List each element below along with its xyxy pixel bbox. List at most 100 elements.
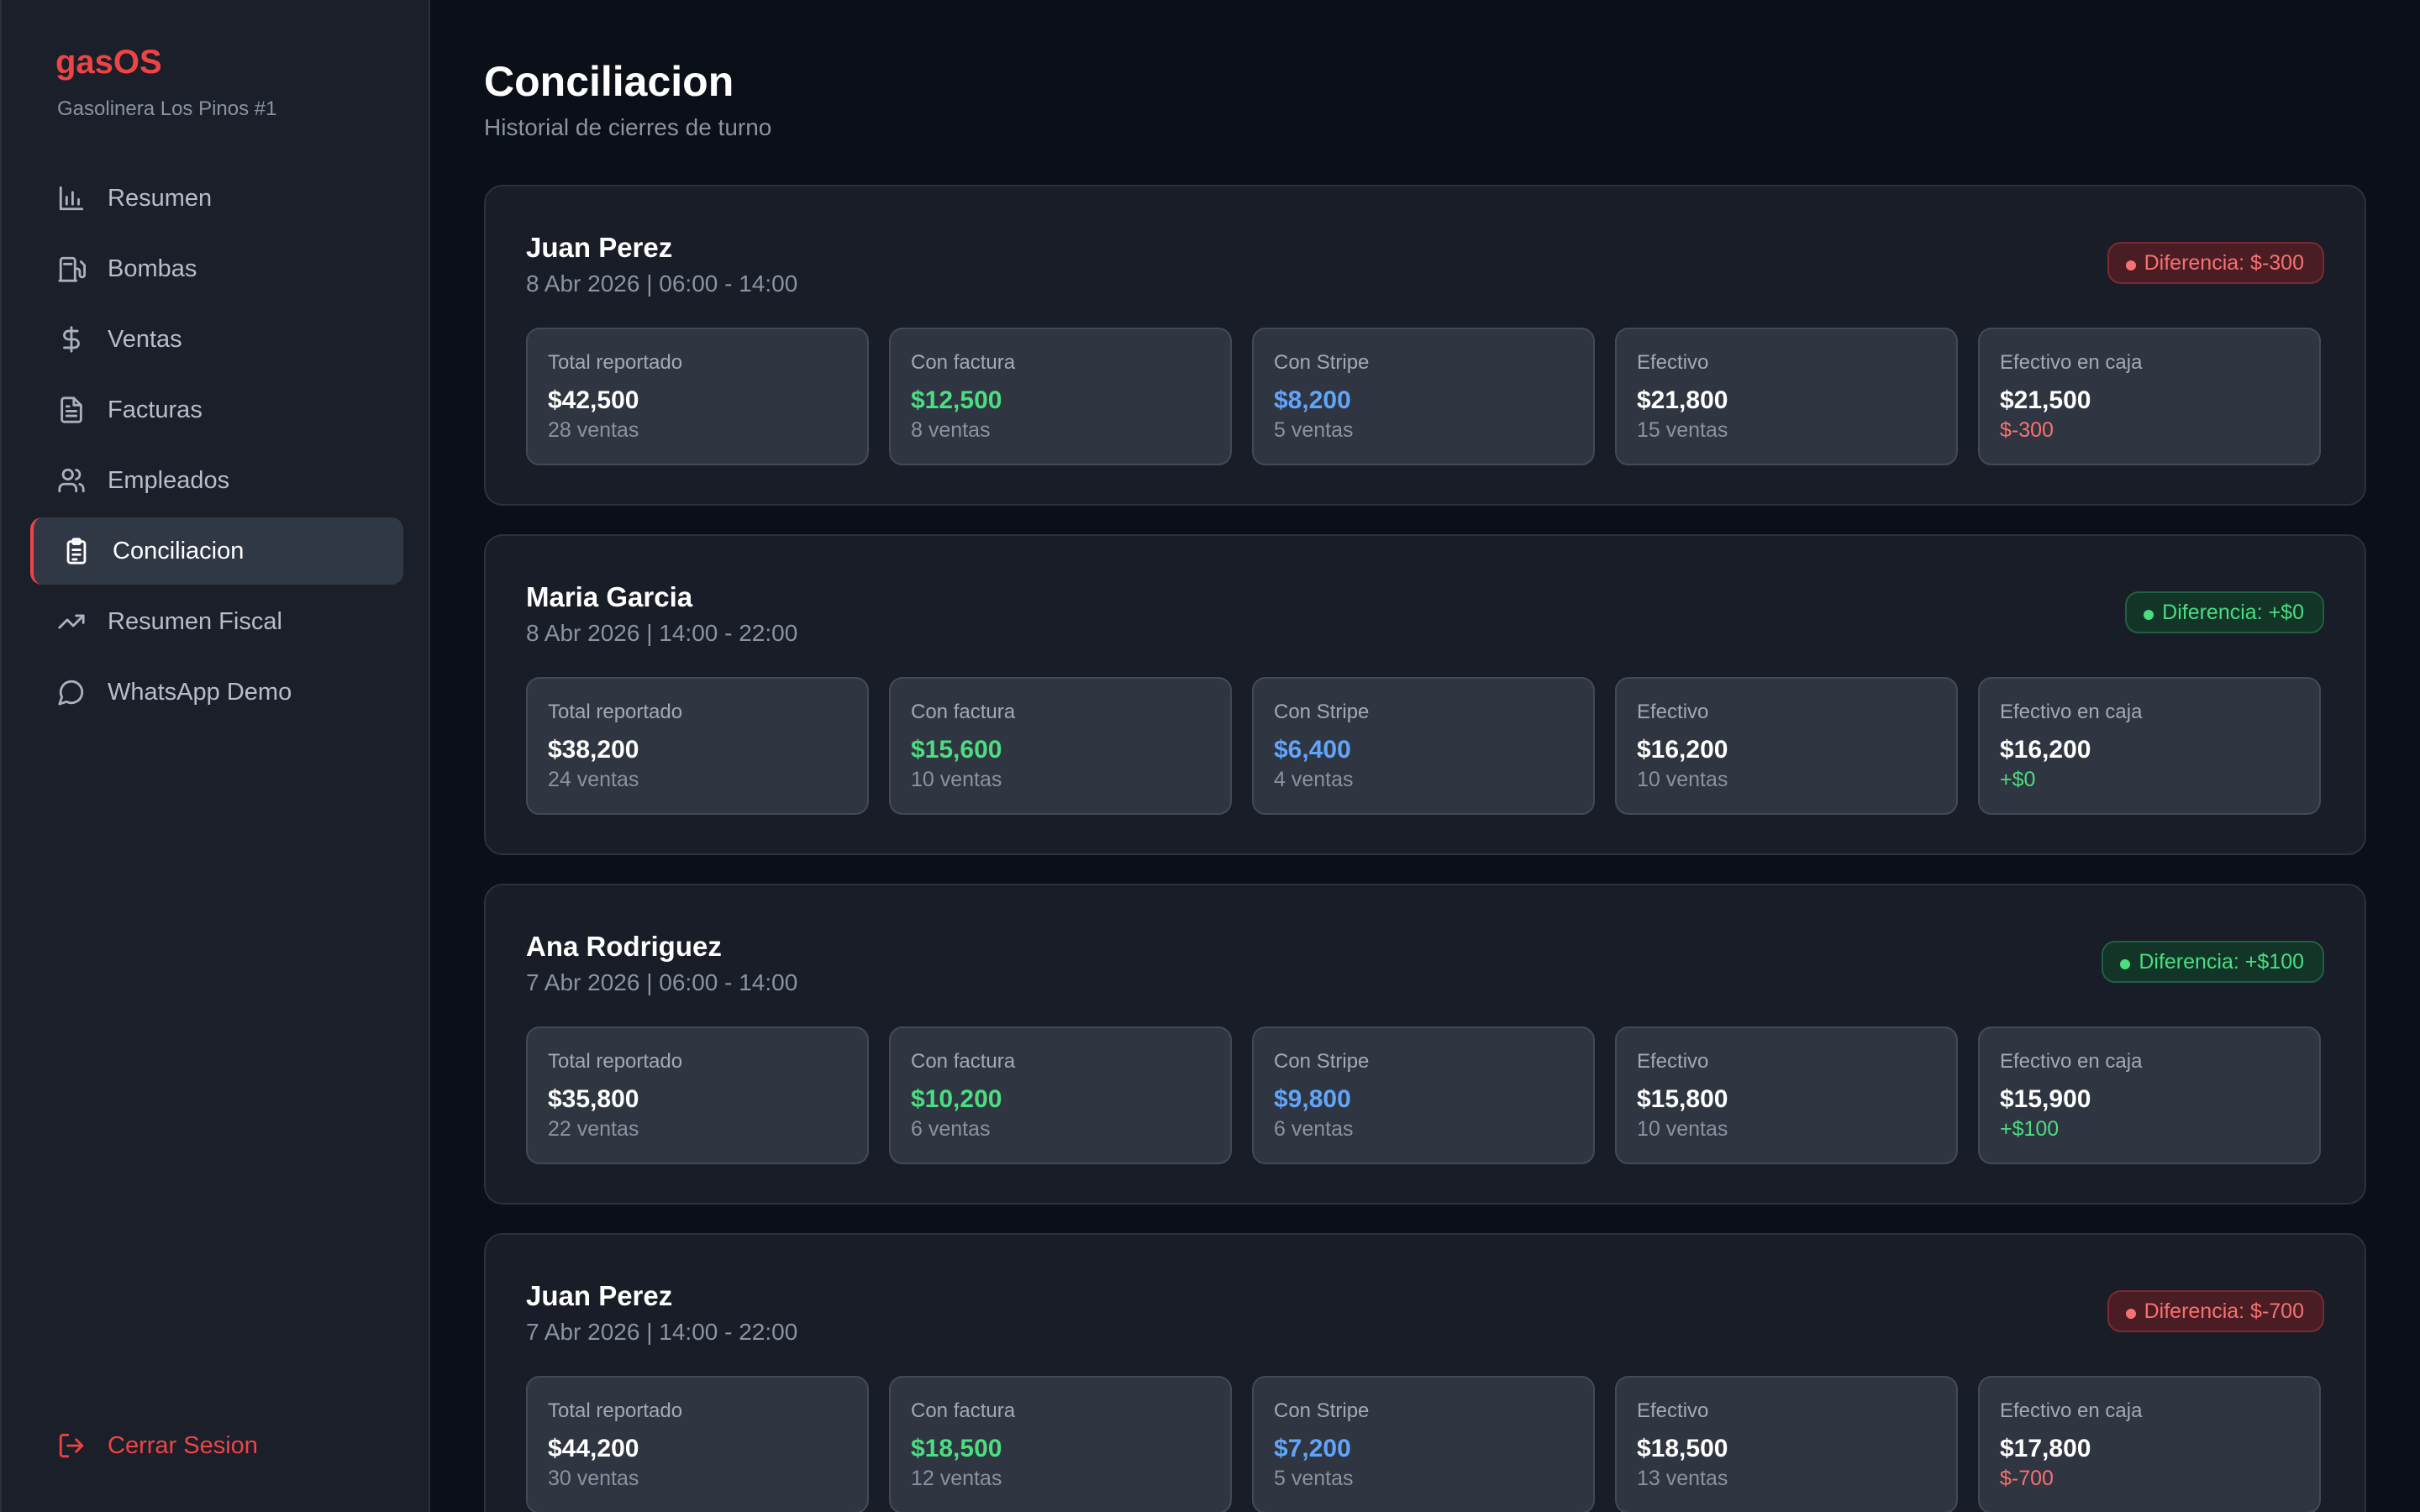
fuel-pump-icon — [57, 255, 86, 283]
trending-up-icon — [57, 607, 86, 636]
stat-value: $8,200 — [1274, 386, 1351, 414]
stat-sub: 24 ventas — [548, 768, 639, 791]
stat-efectivo: Efectivo $18,500 13 ventas — [1615, 1376, 1958, 1512]
shift-card: Ana Rodriguez 7 Abr 2026 | 06:00 - 14:00… — [484, 884, 2366, 1205]
difference-badge: Diferencia: +$100 — [2102, 941, 2324, 983]
stat-total: Total reportado $42,500 28 ventas — [526, 328, 869, 465]
dollar-icon — [57, 325, 86, 354]
brand-logo[interactable]: gasOS — [55, 44, 162, 81]
stats-row: Total reportado $38,200 24 ventas Con fa… — [526, 677, 2321, 815]
stat-sub: 4 ventas — [1274, 768, 1354, 791]
stat-sub: 5 ventas — [1274, 1467, 1354, 1490]
stat-label: Con Stripe — [1274, 701, 1370, 723]
logout-label: Cerrar Sesion — [108, 1431, 258, 1459]
sidebar-item-label: Facturas — [108, 396, 203, 423]
stat-value: $38,200 — [548, 736, 639, 764]
stat-sub: $-700 — [2000, 1467, 2054, 1490]
stat-caja: Efectivo en caja $17,800 $-700 — [1978, 1376, 2321, 1512]
stat-stripe: Con Stripe $6,400 4 ventas — [1252, 677, 1595, 815]
stat-label: Efectivo en caja — [2000, 1050, 2143, 1073]
stat-sub: 6 ventas — [1274, 1117, 1354, 1141]
sidebar-item-label: Resumen Fiscal — [108, 607, 282, 635]
stat-label: Con factura — [911, 351, 1016, 374]
sidebar-item-label: Conciliacion — [113, 537, 245, 564]
stat-label: Con factura — [911, 701, 1016, 723]
sidebar-item-empleados[interactable]: Empleados — [30, 447, 403, 514]
stat-total: Total reportado $44,200 30 ventas — [526, 1376, 869, 1512]
stat-sub: +$0 — [2000, 768, 2036, 791]
stat-value: $9,800 — [1274, 1085, 1351, 1113]
stat-sub: 30 ventas — [548, 1467, 639, 1490]
stat-caja: Efectivo en caja $16,200 +$0 — [1978, 677, 2321, 815]
stat-value: $7,200 — [1274, 1435, 1351, 1462]
stat-value: $16,200 — [2000, 736, 2091, 764]
users-icon — [57, 466, 86, 495]
employee-name: Ana Rodriguez — [526, 931, 722, 962]
stat-value: $17,800 — [2000, 1435, 2091, 1462]
stat-value: $15,800 — [1637, 1085, 1728, 1113]
stat-label: Con Stripe — [1274, 1399, 1370, 1422]
stat-value: $44,200 — [548, 1435, 639, 1462]
page-title: Conciliacion — [484, 58, 734, 105]
sidebar-item-whatsapp-demo[interactable]: WhatsApp Demo — [30, 659, 403, 726]
sidebar-item-facturas[interactable]: Facturas — [30, 376, 403, 444]
stat-sub: 28 ventas — [548, 418, 639, 442]
stat-value: $35,800 — [548, 1085, 639, 1113]
stat-value: $6,400 — [1274, 736, 1351, 764]
stat-sub: 12 ventas — [911, 1467, 1002, 1490]
stat-sub: $-300 — [2000, 418, 2054, 442]
stat-value: $42,500 — [548, 386, 639, 414]
stat-sub: 10 ventas — [1637, 1117, 1728, 1141]
stat-value: $21,800 — [1637, 386, 1728, 414]
stat-value: $15,600 — [911, 736, 1002, 764]
shift-card: Juan Perez 7 Abr 2026 | 14:00 - 22:00 Di… — [484, 1233, 2366, 1512]
shift-date: 7 Abr 2026 | 14:00 - 22:00 — [526, 1319, 798, 1345]
shift-card: Juan Perez 8 Abr 2026 | 06:00 - 14:00 Di… — [484, 185, 2366, 506]
stat-label: Total reportado — [548, 701, 683, 723]
stat-stripe: Con Stripe $9,800 6 ventas — [1252, 1026, 1595, 1164]
stat-label: Total reportado — [548, 1399, 683, 1422]
difference-badge: Diferencia: +$0 — [2125, 591, 2324, 633]
sidebar-item-bombas[interactable]: Bombas — [30, 235, 403, 302]
sidebar-item-label: Resumen — [108, 184, 213, 212]
stats-row: Total reportado $44,200 30 ventas Con fa… — [526, 1376, 2321, 1512]
stat-caja: Efectivo en caja $15,900 +$100 — [1978, 1026, 2321, 1164]
stats-row: Total reportado $35,800 22 ventas Con fa… — [526, 1026, 2321, 1164]
stat-label: Efectivo — [1637, 351, 1709, 374]
stats-row: Total reportado $42,500 28 ventas Con fa… — [526, 328, 2321, 465]
sidebar-item-resumen-fiscal[interactable]: Resumen Fiscal — [30, 588, 403, 655]
difference-badge: Diferencia: $-700 — [2107, 1290, 2324, 1332]
shift-card: Maria Garcia 8 Abr 2026 | 14:00 - 22:00 … — [484, 534, 2366, 855]
stat-efectivo: Efectivo $16,200 10 ventas — [1615, 677, 1958, 815]
stat-sub: 15 ventas — [1637, 418, 1728, 442]
sidebar-item-resumen[interactable]: Resumen — [30, 165, 403, 232]
sidebar-item-label: Empleados — [108, 466, 230, 494]
stat-label: Efectivo en caja — [2000, 351, 2143, 374]
stat-label: Total reportado — [548, 1050, 683, 1073]
stat-sub: 22 ventas — [548, 1117, 639, 1141]
stat-label: Efectivo — [1637, 701, 1709, 723]
stat-stripe: Con Stripe $8,200 5 ventas — [1252, 328, 1595, 465]
employee-name: Maria Garcia — [526, 581, 693, 612]
stat-factura: Con factura $10,200 6 ventas — [889, 1026, 1232, 1164]
stat-value: $15,900 — [2000, 1085, 2091, 1113]
page-subtitle: Historial de cierres de turno — [484, 114, 772, 140]
chat-bubble-icon — [57, 678, 86, 706]
stat-sub: 5 ventas — [1274, 418, 1354, 442]
bar-chart-icon — [57, 184, 86, 213]
logout-button[interactable]: Cerrar Sesion — [57, 1431, 258, 1460]
stat-sub: +$100 — [2000, 1117, 2060, 1141]
stat-label: Efectivo — [1637, 1050, 1709, 1073]
stat-sub: 8 ventas — [911, 418, 991, 442]
stat-value: $21,500 — [2000, 386, 2091, 414]
stat-total: Total reportado $35,800 22 ventas — [526, 1026, 869, 1164]
stat-value: $18,500 — [911, 1435, 1002, 1462]
stat-label: Efectivo en caja — [2000, 701, 2143, 723]
stat-factura: Con factura $12,500 8 ventas — [889, 328, 1232, 465]
stat-label: Efectivo en caja — [2000, 1399, 2143, 1422]
stat-factura: Con factura $15,600 10 ventas — [889, 677, 1232, 815]
shift-date: 7 Abr 2026 | 06:00 - 14:00 — [526, 969, 798, 995]
sidebar-item-conciliacion[interactable]: Conciliacion — [30, 517, 403, 585]
stat-label: Efectivo — [1637, 1399, 1709, 1422]
sidebar-item-ventas[interactable]: Ventas — [30, 306, 403, 373]
